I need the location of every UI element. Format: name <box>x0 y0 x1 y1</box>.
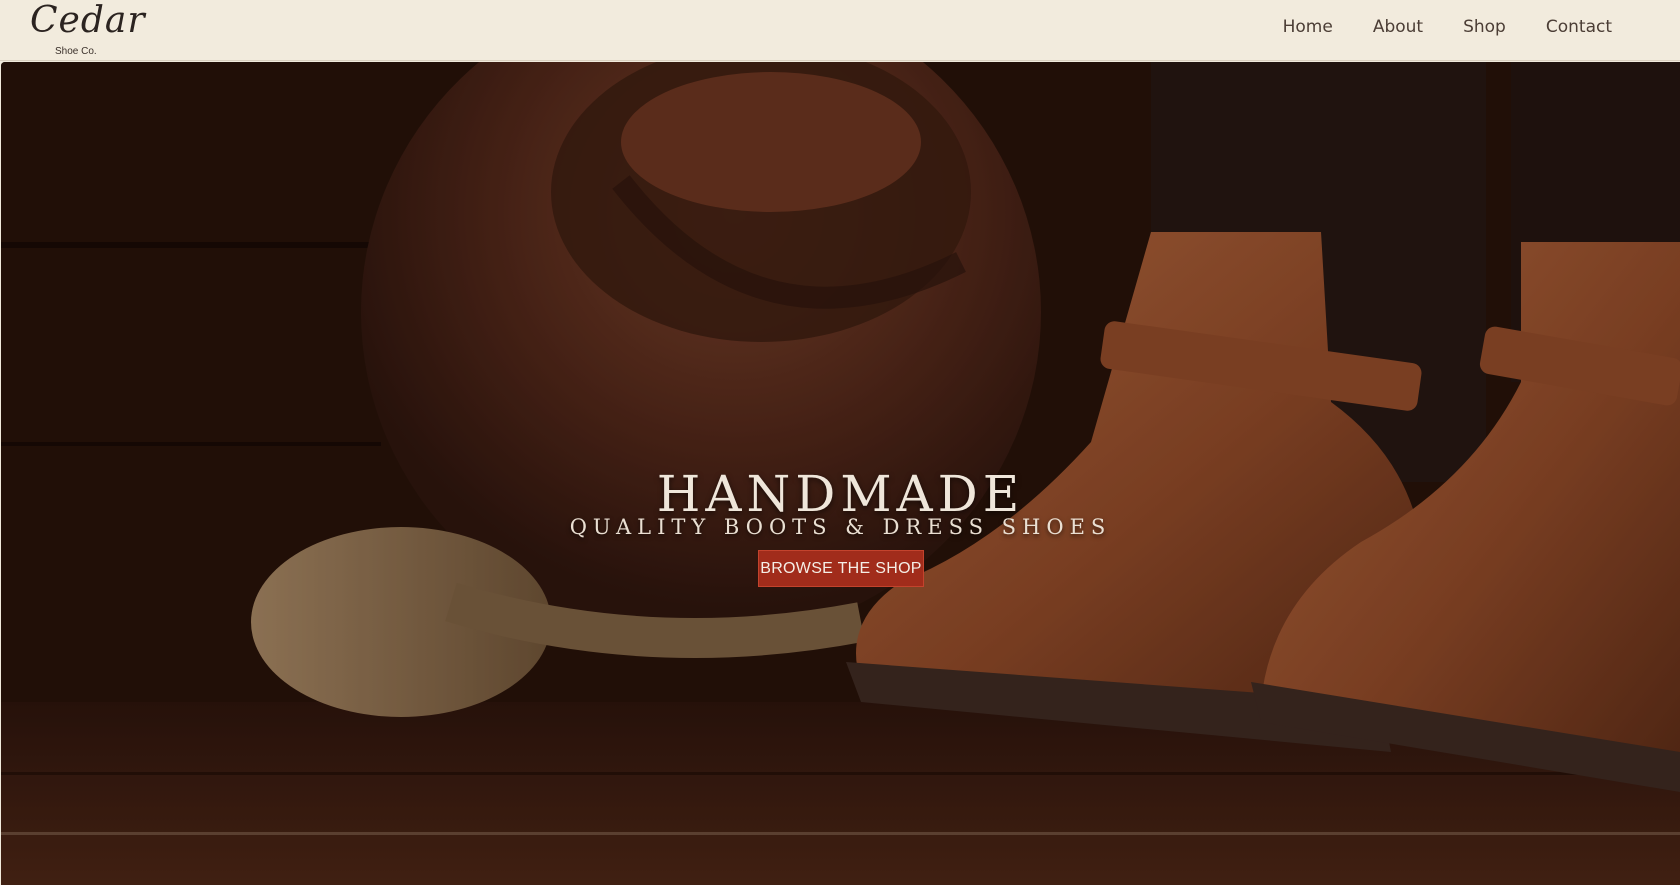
main-nav: Home About Shop Contact <box>1283 14 1612 40</box>
brand-tagline: Shoe Co. <box>55 46 97 57</box>
brand-logo[interactable]: Cedar Shoe Co. <box>30 0 146 57</box>
nav-about-link[interactable]: About <box>1373 14 1423 40</box>
nav-home-link[interactable]: Home <box>1283 14 1333 40</box>
browse-shop-button[interactable]: BROWSE THE SHOP <box>758 550 924 587</box>
hero-title: HANDMADE <box>656 464 1025 523</box>
brand-name: Cedar <box>30 0 146 41</box>
hero-banner: HANDMADE QUALITY BOOTS & DRESS SHOES BRO… <box>1 62 1680 885</box>
nav-contact-link[interactable]: Contact <box>1546 14 1612 40</box>
nav-shop-link[interactable]: Shop <box>1463 14 1506 40</box>
navbar: Cedar Shoe Co. Home About Shop Contact <box>0 0 1680 61</box>
hero-subtitle: QUALITY BOOTS & DRESS SHOES <box>569 515 1112 539</box>
